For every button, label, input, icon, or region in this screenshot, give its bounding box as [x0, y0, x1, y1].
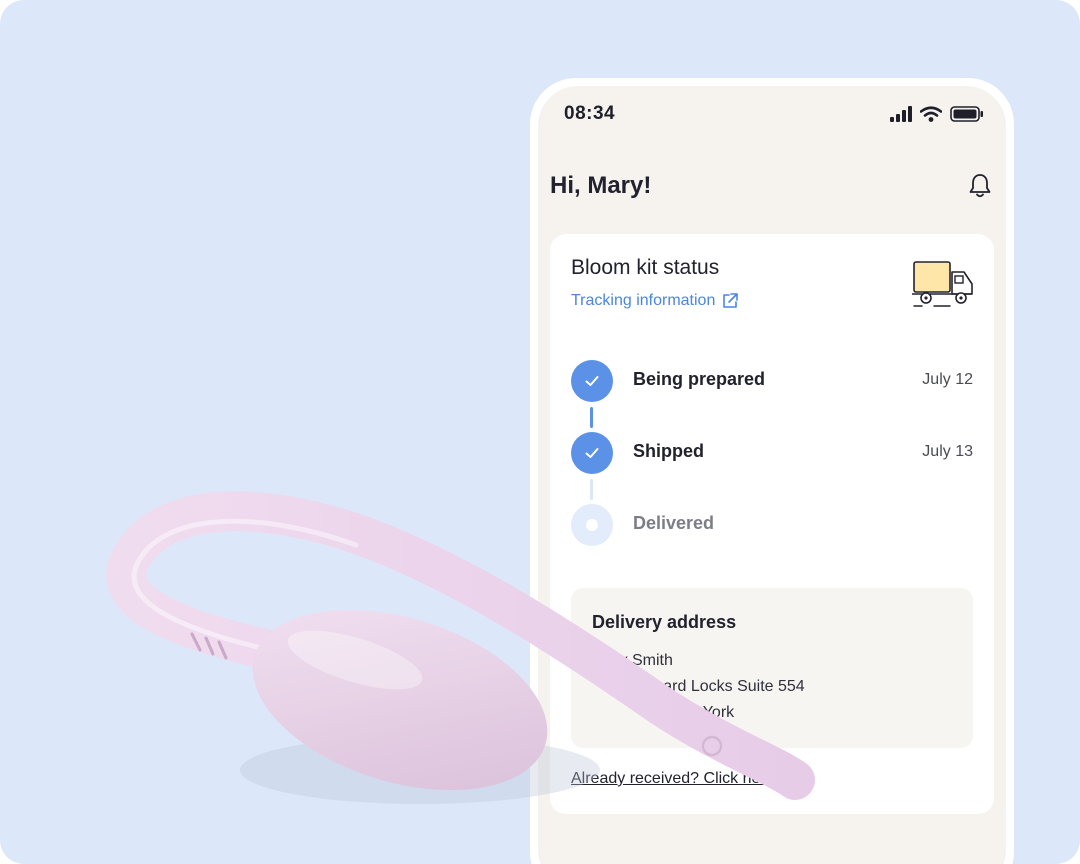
battery-icon: [950, 106, 983, 122]
delivery-address-title: Delivery address: [592, 612, 737, 632]
system-icons: [890, 106, 984, 122]
step-complete-marker: [571, 432, 613, 474]
cellular-signal-icon: [890, 106, 912, 122]
delivery-address-box: Delivery address Mary Smith Hildgegard L…: [571, 588, 973, 748]
timeline-connector: [590, 479, 593, 500]
tracking-information-link[interactable]: Tracking information: [571, 292, 739, 310]
greeting-header: Hi, Mary!: [550, 166, 994, 206]
check-icon: [585, 376, 599, 386]
step-complete-marker: [571, 360, 613, 402]
phone-frame: 08:34 Hi, Mary! Bloom kit status Trackin…: [530, 78, 1014, 864]
notifications-button[interactable]: [966, 172, 994, 200]
address-line-2: A, New York: [647, 704, 735, 721]
kit-status-title: Bloom kit status: [571, 256, 720, 279]
app-showcase: 08:34 Hi, Mary! Bloom kit status Trackin…: [0, 0, 1080, 864]
status-bar: 08:34: [538, 86, 1006, 142]
phone-screen: 08:34 Hi, Mary! Bloom kit status Trackin…: [538, 86, 1006, 864]
step-date: July 12: [922, 371, 973, 388]
wifi-icon: [920, 106, 942, 122]
step-pending-marker: [571, 504, 613, 546]
step-label: Delivered: [633, 513, 715, 533]
timeline-connector: [590, 407, 593, 428]
address-line-1: Hildgegard Locks Suite 554: [609, 678, 805, 695]
step-label: Shipped: [633, 441, 704, 461]
timeline-step-shipped: Shipped July 13: [571, 432, 973, 504]
kit-status-card: Bloom kit status Tracking information Be…: [550, 234, 994, 814]
greeting-text: Hi, Mary!: [550, 172, 652, 199]
timeline-step-delivered: Delivered: [571, 504, 973, 576]
external-link-icon: [723, 293, 739, 308]
already-received-link[interactable]: Already received? Click here: [571, 770, 775, 788]
pending-dot: [586, 519, 598, 531]
tracking-link-label: Tracking information: [571, 292, 716, 309]
step-label: Being prepared: [633, 369, 766, 389]
address-name: Mary Smith: [592, 652, 673, 669]
delivery-timeline: Being prepared July 12 Shipped July 13 D…: [571, 360, 973, 576]
bell-icon: [969, 174, 991, 198]
status-time: 08:34: [564, 103, 616, 124]
step-date: July 13: [922, 443, 973, 460]
timeline-step-prepared: Being prepared July 12: [571, 360, 973, 432]
check-icon: [585, 448, 599, 458]
delivery-truck-icon: [912, 261, 973, 307]
